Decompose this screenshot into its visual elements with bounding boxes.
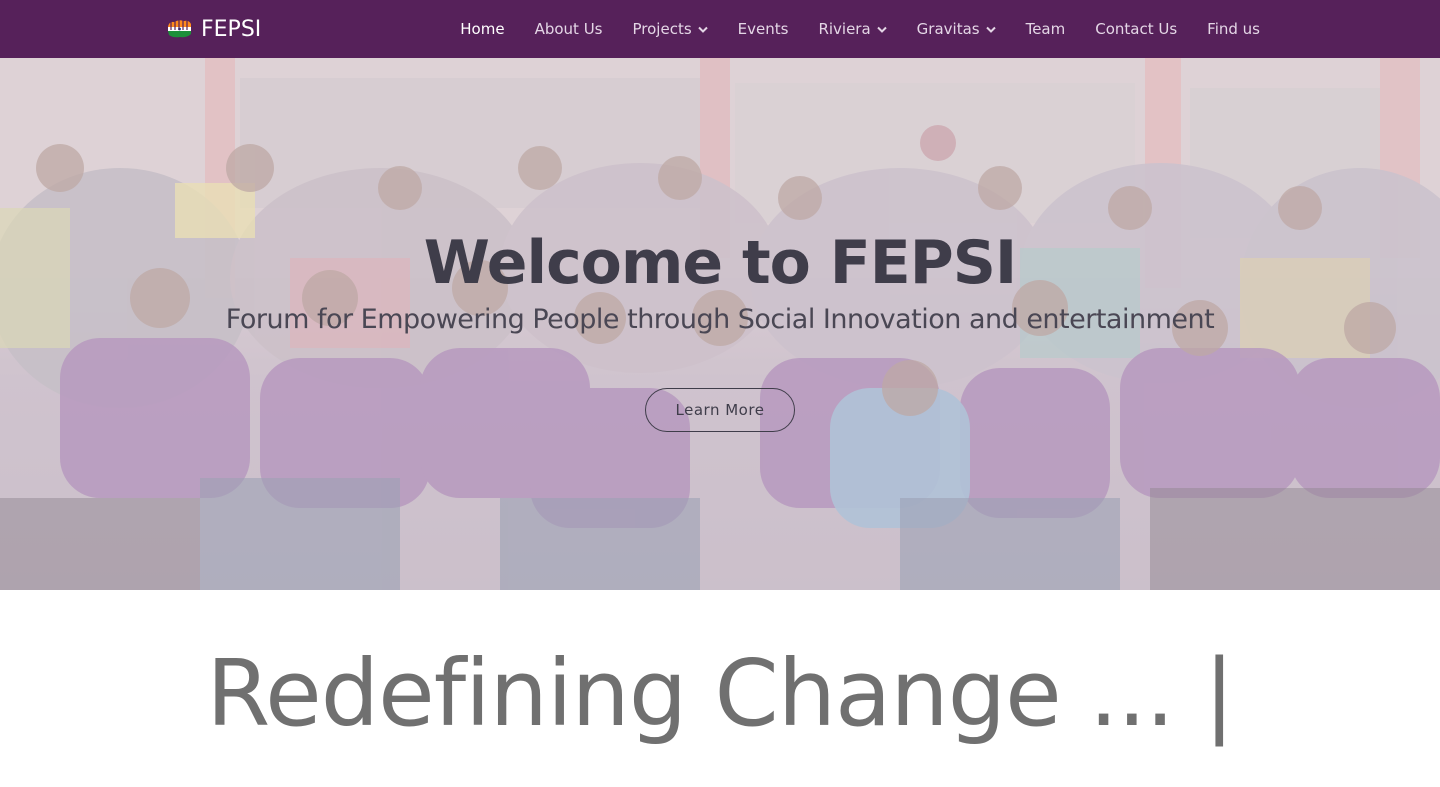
chevron-down-icon [876, 26, 887, 33]
nav-item-team[interactable]: Team [1026, 20, 1066, 38]
nav-item-label: Projects [632, 20, 692, 38]
chevron-down-icon [985, 26, 996, 33]
nav-item-label: Contact Us [1095, 20, 1178, 38]
hero-section: Welcome to FEPSI Forum for Empowering Pe… [0, 58, 1440, 590]
nav-item-label: Gravitas [916, 20, 980, 38]
nav-item-find-us[interactable]: Find us [1207, 20, 1260, 38]
nav-item-label: Home [460, 20, 505, 38]
section-heading-text: Redefining Change ... [206, 640, 1174, 747]
nav-item-gravitas[interactable]: Gravitas [917, 20, 996, 38]
nav-item-projects[interactable]: Projects [633, 20, 708, 38]
flag-hands-logo-icon [168, 20, 191, 38]
typing-cursor: | [1203, 640, 1235, 747]
nav-item-label: Team [1025, 20, 1066, 38]
nav-item-riviera[interactable]: Riviera [818, 20, 887, 38]
nav-item-home[interactable]: Home [460, 20, 504, 38]
nav-item-label: About Us [534, 20, 603, 38]
navbar: FEPSI Home About Us Projects Events Rivi… [0, 0, 1440, 58]
hero-subtitle: Forum for Empowering People through Soci… [225, 304, 1215, 335]
nav-item-about-us[interactable]: About Us [535, 20, 603, 38]
section-heading: Redefining Change ... | [0, 640, 1440, 747]
nav-item-label: Find us [1207, 20, 1260, 38]
nav-item-label: Riviera [818, 20, 871, 38]
learn-more-button[interactable]: Learn More [645, 388, 795, 432]
brand-name: FEPSI [201, 16, 262, 42]
hero-title: Welcome to FEPSI [423, 228, 1017, 298]
nav-item-contact-us[interactable]: Contact Us [1095, 20, 1177, 38]
nav-item-label: Events [737, 20, 789, 38]
main-nav: Home About Us Projects Events Riviera Gr… [430, 0, 1260, 58]
chevron-down-icon [697, 26, 708, 33]
nav-item-events[interactable]: Events [738, 20, 789, 38]
brand-link[interactable]: FEPSI [166, 15, 261, 43]
